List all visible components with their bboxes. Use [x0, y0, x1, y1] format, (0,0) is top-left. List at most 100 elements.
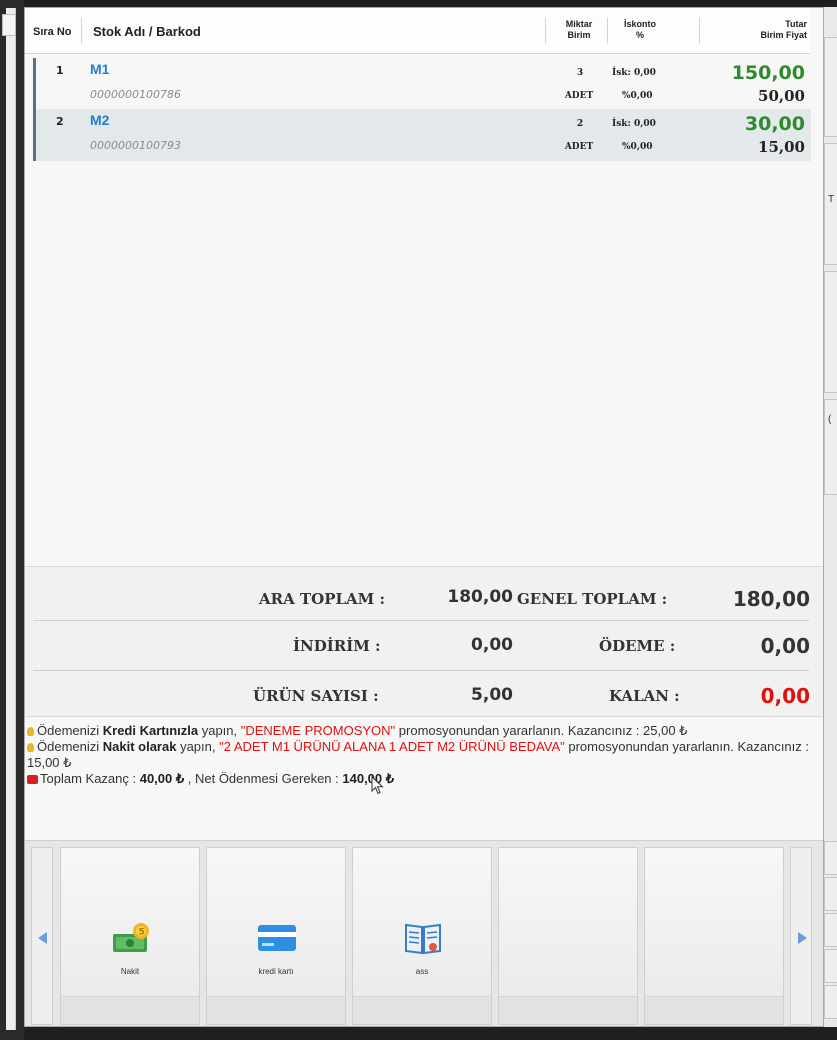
promo-cash: Ödemenizi Nakit olarak yapın, "2 ADET M1…: [27, 739, 821, 771]
payment-prev-button[interactable]: [31, 847, 53, 1025]
side-button-label: T: [828, 194, 835, 205]
total-savings: 40,00 ₺: [139, 771, 185, 786]
side-button[interactable]: [824, 37, 837, 137]
side-button[interactable]: (: [824, 399, 837, 495]
summary-label: , Net Ödenmesi Gereken :: [184, 771, 343, 786]
product-discount-percent: %0,00: [622, 91, 653, 101]
app-window: Sıra No Stok Adı / Barkod Miktar Birim İ…: [0, 0, 837, 1040]
net-payable: 140,00 ₺: [342, 771, 395, 786]
cash-icon: 5: [113, 923, 149, 952]
payment-label: kredi kartı: [258, 967, 294, 976]
product-unit: ADET: [564, 91, 594, 101]
side-button[interactable]: [824, 985, 837, 1019]
header-sira-no: Sıra No: [33, 26, 72, 38]
book-icon: [405, 923, 441, 955]
header-separator: [81, 18, 82, 44]
promo-summary: Toplam Kazanç : 40,00 ₺ , Net Ödenmesi G…: [27, 771, 821, 787]
table-row[interactable]: 2 M2 0000000100793 2 ADET İsk: 0,00 %0,0…: [33, 109, 811, 161]
promo-name: "DENEME PROMOSYON": [240, 723, 396, 738]
urun-sayisi-label: ÜRÜN SAYISI :: [253, 687, 379, 705]
header-birim-fiyat-label: Birim Fiyat: [760, 30, 807, 40]
payment-label: Nakit: [120, 967, 140, 976]
payment-credit-card-button[interactable]: kredi kartı: [206, 847, 346, 1025]
indirim-value: 0,00: [471, 635, 513, 655]
header-miktar: Miktar Birim: [559, 19, 599, 41]
header-tutar-label: Tutar: [785, 19, 807, 29]
odeme-value: 0,00: [760, 634, 810, 658]
left-panel-edge: [0, 0, 24, 1040]
payment-cash-button[interactable]: 5 Nakit: [60, 847, 200, 1025]
payment-label: ass: [415, 967, 429, 976]
chevron-left-icon: [38, 932, 47, 944]
side-button[interactable]: T: [824, 143, 837, 265]
header-separator: [607, 18, 608, 44]
product-total: 150,00: [731, 62, 805, 84]
payment-ass-button[interactable]: ass: [352, 847, 492, 1025]
side-button[interactable]: [824, 877, 837, 911]
side-button[interactable]: [824, 271, 837, 393]
product-discount: İsk: 0,00: [612, 119, 656, 129]
indirim-label: İNDİRİM :: [293, 637, 381, 655]
promo-text: yapın,: [198, 723, 241, 738]
header-separator: [699, 18, 700, 44]
header-birim-label: Birim: [567, 30, 591, 40]
header-iskonto-label: İskonto: [623, 19, 656, 29]
product-unit-price: 15,00: [758, 138, 805, 156]
button-footer: [353, 996, 491, 1024]
table-header: Sıra No Stok Adı / Barkod Miktar Birim İ…: [25, 8, 810, 54]
totals-panel: ARA TOPLAM : 180,00 GENEL TOPLAM : 180,0…: [25, 566, 823, 716]
payment-empty-button[interactable]: [644, 847, 784, 1025]
product-discount-percent: %0,00: [622, 142, 653, 152]
header-separator: [545, 18, 546, 44]
header-miktar-label: Miktar: [565, 19, 593, 29]
button-footer: [207, 996, 345, 1024]
kalan-value: 0,00: [760, 684, 810, 708]
odeme-label: ÖDEME :: [599, 637, 676, 655]
product-discount: İsk: 0,00: [612, 68, 656, 78]
ara-toplam-label: ARA TOPLAM :: [259, 590, 386, 608]
product-unit: ADET: [564, 142, 594, 152]
payment-next-button[interactable]: [790, 847, 812, 1025]
product-total: 30,00: [744, 113, 805, 135]
row-number: 2: [56, 115, 64, 128]
side-button[interactable]: [824, 841, 837, 875]
button-footer: [499, 996, 637, 1024]
promo-credit-card: Ödemenizi Kredi Kartınızla yapın, "DENEM…: [27, 723, 821, 739]
promo-name: "2 ADET M1 ÜRÜNÜ ALANA 1 ADET M2 ÜRÜNÜ B…: [219, 739, 565, 754]
promo-method: Kredi Kartınızla: [102, 723, 199, 738]
genel-toplam-value: 180,00: [732, 587, 810, 611]
product-name: M2: [90, 112, 110, 128]
lightbulb-icon: [27, 743, 34, 752]
left-panel: [6, 8, 16, 1030]
ara-toplam-value: 180,00: [447, 587, 513, 607]
payment-empty-button[interactable]: [498, 847, 638, 1025]
header-iskonto: İskonto %: [615, 19, 665, 41]
table-row[interactable]: 1 M1 0000000100786 3 ADET İsk: 0,00 %0,0…: [33, 58, 811, 110]
kalan-label: KALAN :: [609, 687, 680, 705]
header-percent-label: %: [635, 30, 644, 40]
lightbulb-icon: [27, 727, 34, 736]
side-button-label: (: [828, 414, 832, 425]
button-footer: [645, 996, 783, 1024]
wallet-icon: [27, 775, 38, 784]
header-stok: Stok Adı / Barkod: [93, 24, 201, 39]
genel-toplam-label: GENEL TOPLAM :: [517, 590, 668, 608]
summary-label: Toplam Kazanç :: [40, 771, 140, 786]
button-footer: [61, 996, 199, 1024]
promo-text: Ödemenizi: [37, 739, 103, 754]
product-quantity: 3: [576, 68, 584, 78]
side-button[interactable]: [824, 949, 837, 983]
side-button[interactable]: [824, 913, 837, 947]
product-unit-price: 50,00: [758, 87, 805, 105]
left-panel-tab[interactable]: [2, 14, 16, 36]
header-tutar: Tutar Birim Fiyat: [717, 19, 807, 41]
product-quantity: 2: [576, 119, 584, 129]
sales-panel: Sıra No Stok Adı / Barkod Miktar Birim İ…: [24, 7, 824, 1027]
promo-method: Nakit olarak: [102, 739, 177, 754]
credit-card-icon: [258, 925, 296, 951]
promo-text: Ödemenizi: [37, 723, 103, 738]
row-number: 1: [56, 64, 64, 77]
chevron-right-icon: [798, 932, 807, 944]
product-barcode: 0000000100786: [90, 88, 181, 101]
totals-divider: [33, 670, 809, 671]
